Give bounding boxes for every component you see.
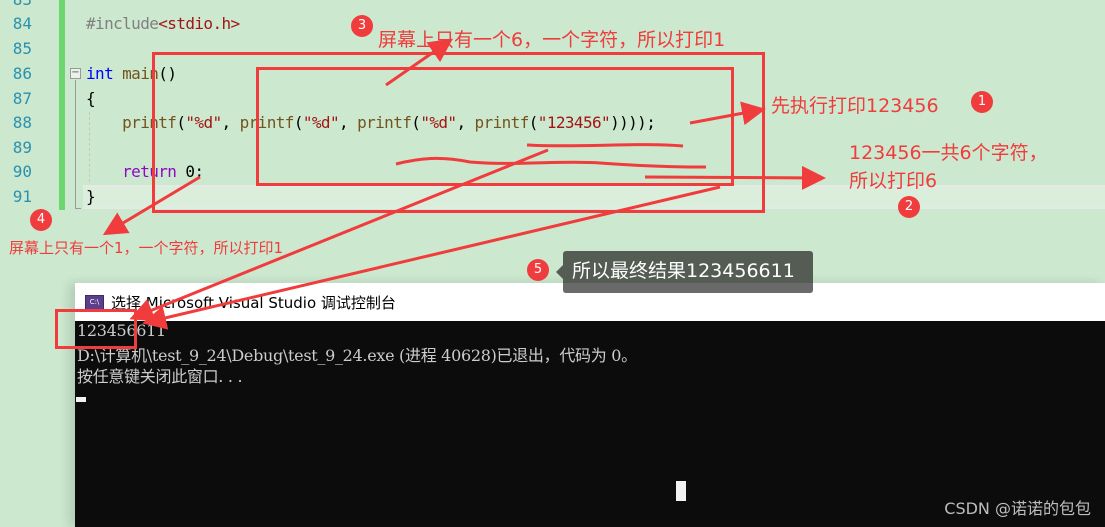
text-cursor bbox=[76, 397, 86, 402]
step-badge-2: 2 bbox=[898, 196, 920, 218]
close-brace: } bbox=[86, 187, 96, 206]
note-1-text: 先执行打印123456 bbox=[771, 95, 939, 117]
note-5-tooltip: 所以最终结果123456611 bbox=[556, 251, 813, 293]
line-number: 87 bbox=[12, 89, 32, 108]
note-2-line-1: 123456一共6个字符， bbox=[849, 142, 1048, 164]
step-badge-4: 4 bbox=[30, 209, 52, 231]
fold-guide-end bbox=[75, 208, 81, 209]
result-highlight-box bbox=[55, 309, 137, 349]
console-title: 选择 Microsoft Visual Studio 调试控制台 bbox=[111, 294, 396, 312]
note-3-text: 屏幕上只有一个6，一个字符，所以打印1 bbox=[378, 29, 726, 51]
step-badge-3: 3 bbox=[351, 15, 373, 37]
open-brace: { bbox=[86, 89, 96, 108]
code-line-87[interactable]: { bbox=[86, 89, 96, 108]
fold-guide bbox=[75, 80, 76, 209]
note-5-text: 所以最终结果123456611 bbox=[572, 260, 795, 282]
line-number: 90 bbox=[12, 162, 32, 181]
debug-console-window[interactable]: C:\ 选择 Microsoft Visual Studio 调试控制台 123… bbox=[75, 283, 1105, 527]
console-app-icon: C:\ bbox=[85, 295, 104, 310]
change-tracking-bar bbox=[59, 0, 65, 210]
line-number: 84 bbox=[12, 14, 32, 33]
line-number: 86 bbox=[12, 64, 32, 83]
line-number: 89 bbox=[12, 138, 32, 157]
console-output[interactable]: 123456611 D:\计算机\test_9_24\Debug\test_9_… bbox=[75, 321, 1105, 527]
console-press-key-message: 按任意键关闭此窗口. . . bbox=[77, 367, 243, 386]
code-line-91[interactable]: } bbox=[86, 187, 96, 206]
step-badge-5: 5 bbox=[527, 259, 549, 281]
note-2-text: 123456一共6个字符， 所以打印6 bbox=[849, 139, 1048, 195]
csdn-watermark: CSDN @诺诺的包包 bbox=[944, 499, 1091, 518]
code-line-84[interactable]: #include<stdio.h> bbox=[86, 14, 240, 33]
line-number: 91 bbox=[12, 187, 32, 206]
step-badge-1: 1 bbox=[971, 91, 993, 113]
line-number: 88 bbox=[12, 113, 32, 132]
include-header: <stdio.h> bbox=[158, 14, 240, 33]
line-number: 85 bbox=[12, 39, 32, 58]
note-2-line-2: 所以打印6 bbox=[849, 170, 938, 192]
keyword-int: int bbox=[86, 64, 114, 83]
line-number: 83 bbox=[8, 0, 32, 9]
mouse-ibeam-cursor bbox=[676, 481, 686, 501]
note-4-text: 屏幕上只有一个1，一个字符，所以打印1 bbox=[9, 239, 284, 257]
preprocessor-directive: #include bbox=[86, 14, 159, 33]
tooltip-shadow bbox=[563, 283, 813, 293]
inner-highlight-box bbox=[256, 67, 734, 186]
collapse-icon[interactable]: − bbox=[70, 68, 81, 79]
